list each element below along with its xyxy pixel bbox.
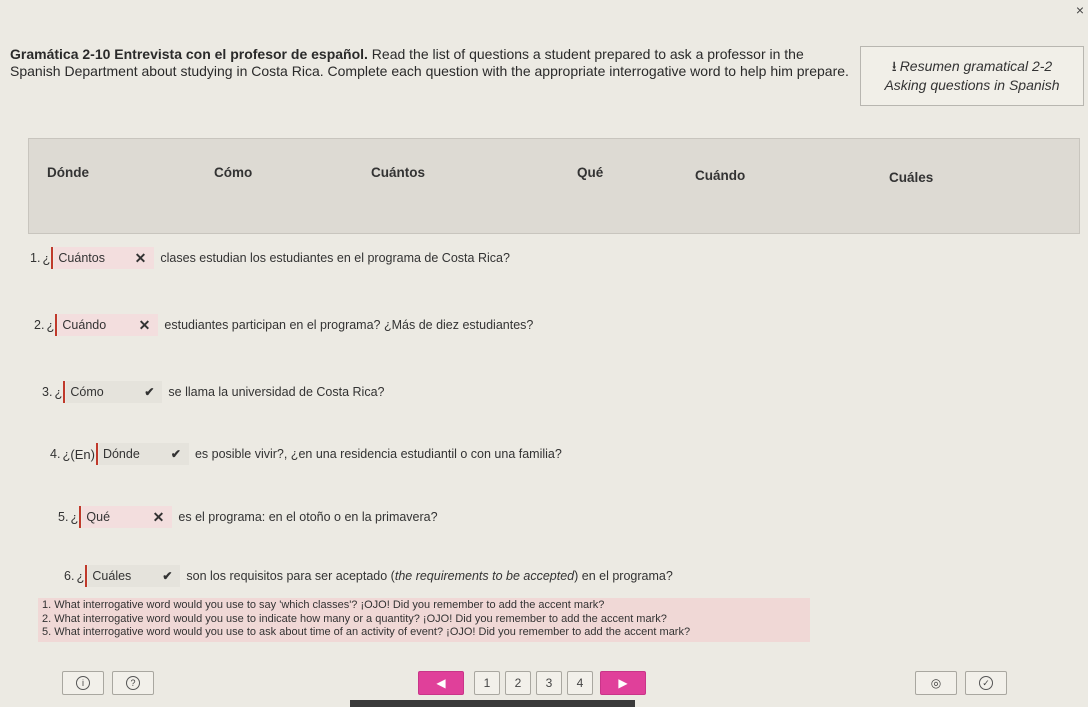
answer-slot[interactable]: Cuántos ✕ — [54, 247, 155, 269]
resource-line1: Resumen gramatical 2-2 — [899, 58, 1053, 74]
answer-text: Cuándo — [62, 318, 107, 332]
help-button[interactable]: ? — [112, 671, 154, 695]
close-icon[interactable]: × — [1076, 2, 1084, 18]
answer-text: Dónde — [102, 447, 140, 461]
drop-target-caret — [51, 247, 54, 269]
help-icon: ? — [126, 676, 140, 690]
answer-slot[interactable]: Cuáles ✔ — [88, 565, 181, 587]
question-row: 1. ¿ Cuántos ✕ clases estudian los estud… — [30, 247, 510, 269]
question-number: 3. — [42, 385, 53, 399]
answer-slot[interactable]: Cuándo ✕ — [58, 314, 159, 336]
page-button[interactable]: 1 — [474, 671, 500, 695]
page-button[interactable]: 2 — [505, 671, 531, 695]
question-row: 3. ¿ Cómo ✔ se llama la universidad de C… — [42, 381, 384, 403]
inverted-question-mark: ¿ — [70, 509, 79, 525]
correct-icon: ✔ — [170, 447, 181, 461]
feedback-line: 1. What interrogative word would you use… — [42, 599, 605, 611]
word-bank-item[interactable]: Cuándo — [695, 168, 745, 183]
incorrect-icon: ✕ — [152, 508, 165, 525]
word-bank-item[interactable]: Cuántos — [371, 165, 425, 180]
question-text: estudiantes participan en el programa? ¿… — [164, 318, 534, 332]
correct-icon: ✔ — [162, 569, 173, 583]
question-text: son los requisitos para ser aceptado (th… — [186, 569, 673, 583]
check-icon: ✓ — [979, 676, 993, 690]
incorrect-icon: ✕ — [138, 316, 151, 333]
answer-text: Cuáles — [92, 569, 132, 583]
next-page-button[interactable]: ▶ — [600, 671, 646, 695]
question-number: 4. — [50, 447, 61, 461]
answer-text: Cómo — [70, 385, 104, 399]
prev-page-button[interactable]: ◀ — [418, 671, 464, 695]
resource-line2: Asking questions in Spanish — [884, 77, 1060, 93]
inverted-question-mark: ¿(En) — [62, 446, 95, 462]
word-bank-item[interactable]: Cuáles — [889, 170, 933, 185]
question-number: 6. — [64, 569, 75, 583]
question-text: clases estudian los estudiantes en el pr… — [160, 251, 510, 265]
question-row: 2. ¿ Cuándo ✕ estudiantes participan en … — [34, 314, 533, 336]
answer-slot[interactable]: Cómo ✔ — [66, 381, 163, 403]
answer-text: Qué — [86, 510, 111, 524]
word-bank-item[interactable]: Dónde — [47, 165, 89, 180]
inverted-question-mark: ¿ — [54, 384, 63, 400]
page-button[interactable]: 3 — [536, 671, 562, 695]
answer-slot[interactable]: Dónde ✔ — [98, 443, 189, 465]
drop-target-caret — [95, 443, 98, 465]
inverted-question-mark: ¿ — [42, 250, 51, 266]
question-number: 1. — [30, 251, 41, 265]
word-bank-item[interactable]: Cómo — [214, 165, 252, 180]
question-text: se llama la universidad de Costa Rica? — [168, 385, 385, 399]
feedback-panel: 1. What interrogative word would you use… — [38, 598, 810, 642]
drop-target-caret — [55, 314, 58, 336]
question-text: es posible vivir?, ¿en una residencia es… — [194, 447, 562, 461]
question-text: es el programa: en el otoño o en la prim… — [178, 510, 438, 524]
activity-title: Gramática 2-10 Entrevista con el profeso… — [10, 46, 368, 62]
chevron-left-icon: ◀ — [436, 676, 446, 690]
check-answers-button[interactable]: ✓ — [965, 671, 1007, 695]
page-button[interactable]: 4 — [567, 671, 593, 695]
drop-target-caret — [85, 565, 88, 587]
question-row: 4. ¿(En) Dónde ✔ es posible vivir?, ¿en … — [50, 443, 562, 465]
info-button[interactable]: i — [62, 671, 104, 695]
instructions: Gramática 2-10 Entrevista con el profeso… — [10, 46, 850, 80]
feedback-line: 5. What interrogative word would you use… — [42, 626, 691, 638]
inverted-question-mark: ¿ — [76, 568, 85, 584]
question-number: 2. — [34, 318, 45, 332]
answer-slot[interactable]: Qué ✕ — [82, 506, 173, 528]
inverted-question-mark: ¿ — [46, 317, 55, 333]
info-icon: i — [76, 676, 90, 690]
question-number: 5. — [58, 510, 69, 524]
show-answers-button[interactable]: ◎ — [915, 671, 957, 695]
eye-icon: ◎ — [930, 676, 942, 690]
question-row: 5. ¿ Qué ✕ es el programa: en el otoño o… — [58, 506, 438, 528]
answer-text: Cuántos — [58, 251, 105, 265]
drop-target-caret — [63, 381, 66, 403]
question-row: 6. ¿ Cuáles ✔ son los requisitos para se… — [64, 565, 673, 587]
chevron-right-icon: ▶ — [618, 676, 628, 690]
correct-icon: ✔ — [144, 385, 155, 399]
download-icon: ⭳ — [891, 58, 897, 74]
drop-target-caret — [79, 506, 82, 528]
incorrect-icon: ✕ — [134, 249, 147, 266]
page-progress-bar — [350, 700, 635, 707]
word-bank-item[interactable]: Qué — [577, 165, 603, 180]
word-bank: Dónde Cómo Cuántos Qué Cuándo Cuáles — [28, 138, 1080, 234]
feedback-line: 2. What interrogative word would you use… — [42, 612, 667, 625]
grammar-resource-link[interactable]: ⭳ Resumen gramatical 2-2 Asking questions… — [860, 46, 1084, 106]
